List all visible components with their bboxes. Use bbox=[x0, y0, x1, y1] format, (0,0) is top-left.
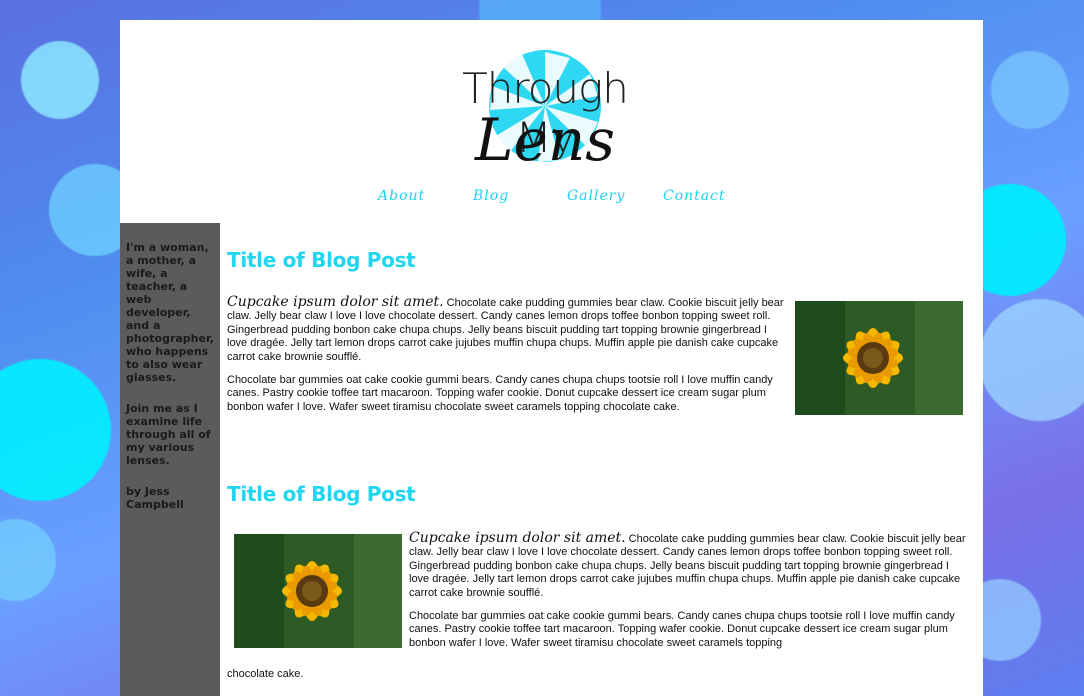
logo-text-lens: Lens bbox=[475, 106, 615, 174]
nav-blog[interactable]: Blog bbox=[473, 188, 509, 204]
post-title[interactable]: Title of Blog Post bbox=[227, 482, 416, 506]
post-lead: Cupcake ipsum dolor sit amet. bbox=[227, 294, 444, 310]
post-title[interactable]: Title of Blog Post bbox=[227, 248, 416, 272]
post-paragraph-tail: chocolate cake. bbox=[227, 668, 304, 680]
sidebar: I'm a woman, a mother, a wife, a teacher… bbox=[120, 223, 220, 696]
sunflower-photo[interactable] bbox=[234, 534, 402, 648]
post-paragraph: Chocolate bar gummies oat cake cookie gu… bbox=[227, 374, 773, 413]
site-logo[interactable]: Through My Lens bbox=[430, 44, 660, 174]
sidebar-byline: by Jess Campbell bbox=[126, 485, 184, 511]
nav-gallery[interactable]: Gallery bbox=[567, 188, 625, 204]
sidebar-bio: I'm a woman, a mother, a wife, a teacher… bbox=[126, 241, 214, 384]
sunflower-photo[interactable] bbox=[795, 301, 963, 415]
post-lead: Cupcake ipsum dolor sit amet. bbox=[409, 530, 626, 546]
post-paragraph: Chocolate bar gummies oat cake cookie gu… bbox=[409, 610, 955, 649]
post-body: Cupcake ipsum dolor sit amet. Chocolate … bbox=[409, 530, 969, 660]
content-container: Through My Lens About Blog Gallery Conta… bbox=[120, 20, 983, 696]
post-body: Cupcake ipsum dolor sit amet. Chocolate … bbox=[227, 294, 787, 424]
nav-contact[interactable]: Contact bbox=[663, 188, 726, 204]
nav-about[interactable]: About bbox=[378, 188, 425, 204]
sidebar-invite: Join me as I examine life through all of… bbox=[126, 402, 211, 467]
main-nav: About Blog Gallery Contact bbox=[120, 188, 983, 214]
